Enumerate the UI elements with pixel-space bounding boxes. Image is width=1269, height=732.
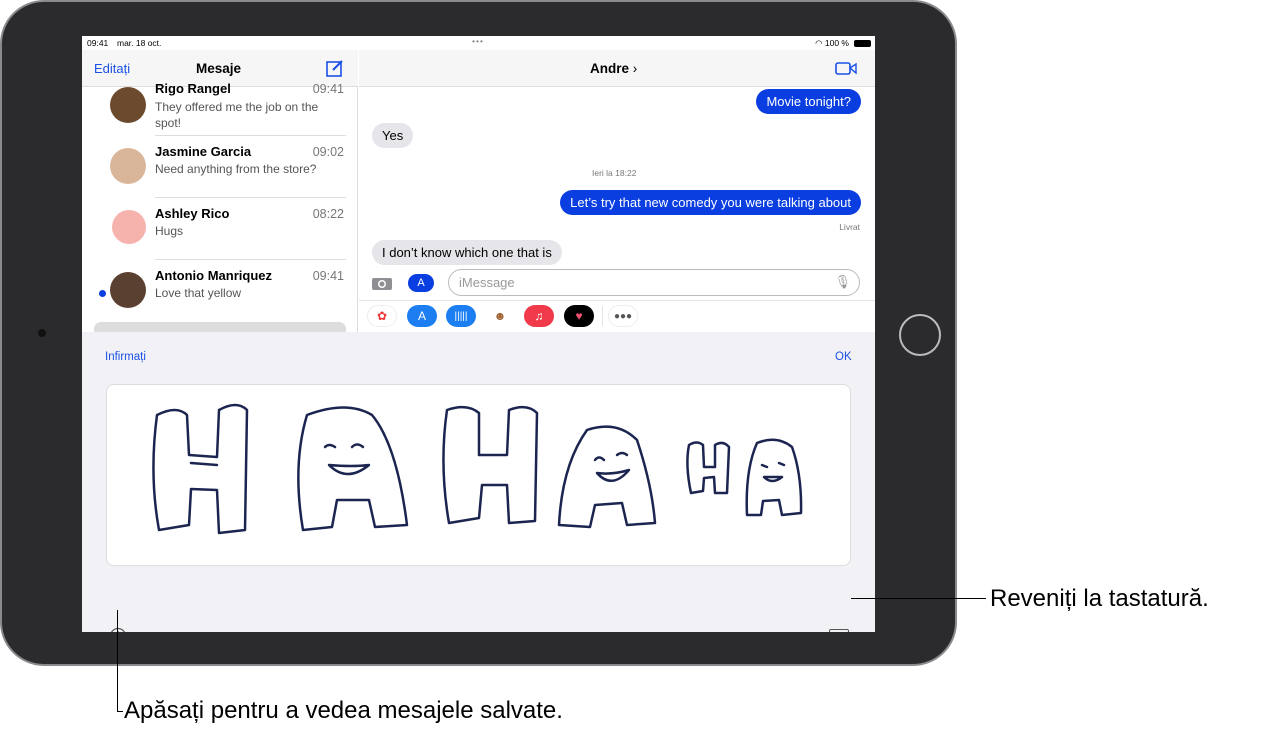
keyboard-callout: Reveniți la tastatură. [990, 585, 1209, 612]
edit-button[interactable]: Editați [94, 61, 130, 76]
microphone-icon[interactable]: 🎙 [834, 274, 851, 290]
music-icon[interactable]: ♫ [524, 305, 554, 327]
battery-icon [854, 40, 871, 47]
message-time: 09:41 [312, 269, 344, 283]
message-bubble-in: Yes [372, 123, 414, 148]
message-time: 09:02 [312, 145, 344, 159]
callout-line [117, 610, 118, 712]
camera-icon[interactable] [371, 275, 393, 291]
message-time: 08:22 [312, 207, 344, 221]
avatar [112, 210, 146, 244]
divider [359, 300, 875, 301]
app-store-toggle-icon[interactable]: A [408, 274, 434, 292]
message-preview: Love that yellow [155, 286, 242, 300]
audio-icon[interactable]: ||||| [446, 305, 476, 327]
multitask-dots[interactable]: ••• [472, 36, 484, 50]
compose-icon[interactable] [326, 59, 344, 77]
ok-button[interactable]: OK [835, 351, 852, 363]
conversation-item[interactable]: Ashley Rico 08:22 Hugs [82, 198, 358, 260]
memoji-icon[interactable]: ☻ [485, 305, 515, 327]
keyboard-icon[interactable] [829, 629, 849, 632]
avatar [110, 272, 146, 308]
message-preview: Hugs [155, 224, 184, 238]
wifi-icon: ◠ [815, 38, 825, 48]
message-bubble-out: Movie tonight? [756, 89, 861, 114]
conversation-item[interactable]: Jasmine Garcia 09:02 Need anything from … [82, 136, 358, 198]
conversation-list: Editați Mesaje Rigo Rangel 09:41 They of… [82, 50, 358, 336]
home-button[interactable] [899, 314, 941, 356]
more-icon[interactable]: ●●● [608, 305, 638, 327]
chat-navbar: Andre › [359, 50, 875, 87]
video-call-icon[interactable] [835, 61, 857, 76]
camera-dot [38, 329, 46, 337]
sidebar-title: Mesaje [196, 61, 242, 76]
message-preview: Need anything from the store? [155, 162, 317, 176]
contact-name: Antonio Manriquez [155, 268, 272, 283]
delivered-status: Livrat [839, 222, 860, 232]
message-bubble-in: I don’t know which one that is [372, 240, 562, 265]
message-time: 09:41 [312, 82, 344, 96]
message-bubble-out: Let’s try that new comedy you were talki… [560, 190, 861, 215]
imessage-input[interactable]: iMessage 🎙 [448, 269, 860, 296]
callout-line [117, 711, 123, 712]
handwriting-drawing [152, 403, 803, 535]
callout-line [851, 598, 986, 599]
avatar [110, 148, 146, 184]
contact-title[interactable]: Andre › [590, 61, 637, 76]
contact-name: Rigo Rangel [155, 81, 231, 96]
battery-percent: 100 % [824, 38, 849, 48]
handwriting-canvas[interactable] [106, 384, 851, 566]
divider [602, 306, 603, 326]
screen: 09:41 mar. 18 oct. ••• ◠ 100 % Editați M… [82, 36, 875, 632]
avatar [110, 87, 146, 123]
history-callout: Apăsați pentru a vedea mesajele salvate. [124, 697, 563, 724]
history-clock-icon[interactable] [109, 627, 127, 632]
app-store-icon[interactable]: A [407, 305, 437, 327]
timestamp: Ieri la 18:22 [592, 168, 637, 178]
handwriting-sheet: Infirmați OK [82, 332, 875, 632]
unread-dot [99, 290, 106, 297]
conversation-item[interactable]: Antonio Manriquez 09:41 Love that yellow [82, 260, 358, 322]
message-preview: They offered me the job on the spot! [155, 100, 319, 130]
input-placeholder: iMessage [459, 275, 515, 290]
contact-name: Ashley Rico [155, 206, 230, 221]
contact-name: Jasmine Garcia [155, 144, 252, 159]
digital-touch-icon[interactable]: ♥ [564, 305, 594, 327]
cancel-button[interactable]: Infirmați [105, 351, 146, 363]
photos-icon[interactable]: ✿ [367, 305, 397, 327]
